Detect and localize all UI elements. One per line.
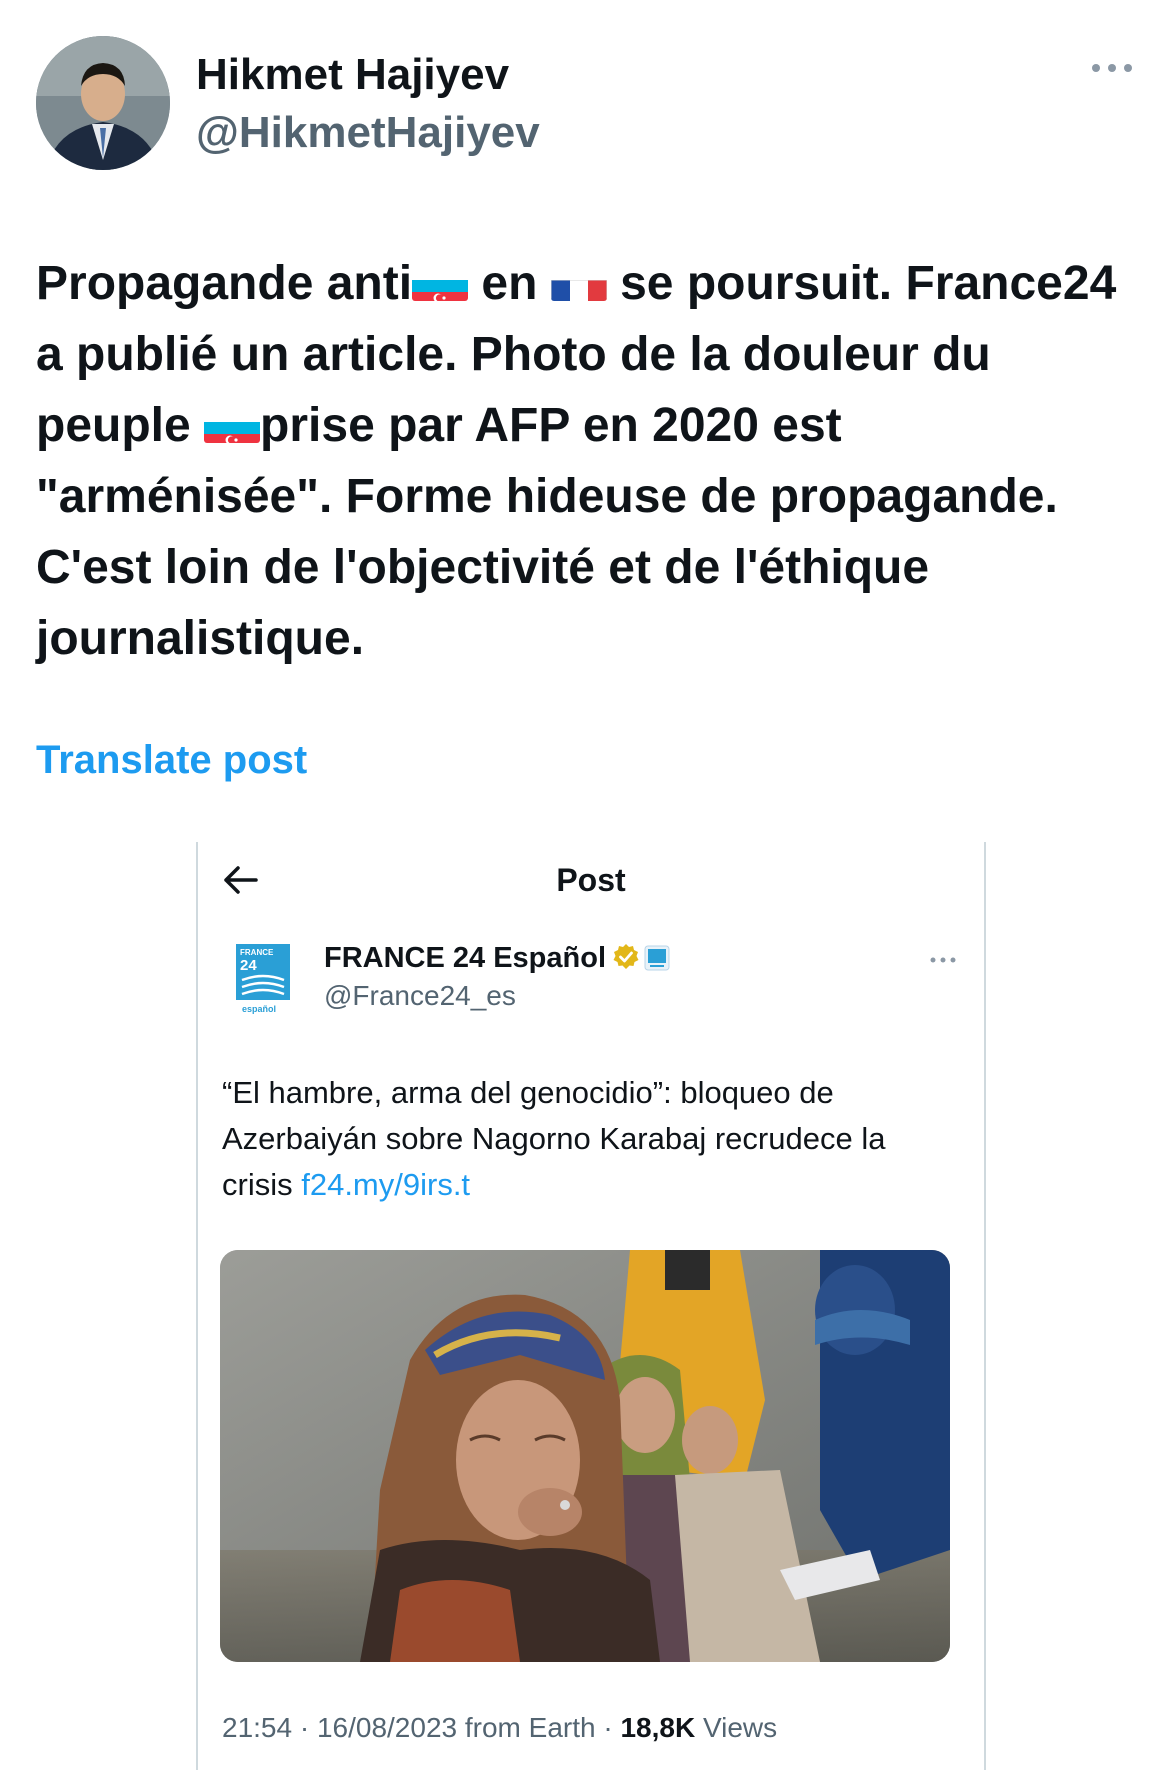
- embedded-post-photo[interactable]: [220, 1250, 950, 1662]
- post-timestamp: 21:54 · 16/08/2023 from Earth ·: [222, 1712, 621, 1743]
- more-options-icon[interactable]: [1088, 58, 1136, 78]
- logo-text-top: FRANCE: [240, 948, 274, 957]
- embedded-more-options-icon[interactable]: [928, 954, 958, 966]
- embedded-account-handle[interactable]: @France24_es: [324, 980, 516, 1012]
- affiliate-badge-icon: [644, 945, 670, 971]
- france24-logo[interactable]: FRANCE 24 español: [234, 942, 292, 1016]
- views-label: Views: [695, 1712, 778, 1743]
- embedded-post-meta: 21:54 · 16/08/2023 from Earth · 18,8K Vi…: [222, 1712, 777, 1744]
- france-flag-icon: [550, 265, 607, 301]
- logo-text-bottom: español: [242, 1004, 276, 1014]
- post-text-segment: en: [468, 257, 551, 310]
- azerbaijan-flag-icon: [204, 407, 261, 443]
- views-count: 18,8K: [620, 1712, 696, 1743]
- author-name[interactable]: Hikmet Hajiyev: [196, 50, 509, 100]
- author-handle[interactable]: @HikmetHajiyev: [196, 108, 540, 158]
- post-text: Propagande anti en se poursuit. France24…: [36, 248, 1136, 674]
- avatar-photo-icon: [36, 36, 170, 170]
- post-text-segment: Propagande anti: [36, 257, 413, 310]
- post-header: Hikmet Hajiyev @HikmetHajiyev: [36, 36, 1146, 176]
- azerbaijan-flag-icon: [412, 265, 469, 301]
- verified-badge-icon: [613, 944, 639, 969]
- embedded-screenshot[interactable]: Post FRANCE 24 español FRANCE 24 Español…: [196, 842, 986, 1770]
- embedded-screen-title: Post: [556, 862, 626, 898]
- author-avatar[interactable]: [36, 36, 170, 170]
- translate-post-link[interactable]: Translate post: [36, 738, 307, 783]
- embedded-post-link[interactable]: f24.my/9irs.t: [301, 1167, 470, 1202]
- crying-woman-photo-icon: [220, 1250, 950, 1662]
- embedded-account-name[interactable]: FRANCE 24 Español: [324, 942, 670, 975]
- logo-text-num: 24: [240, 957, 257, 974]
- embedded-account-name-text: FRANCE 24 Español: [324, 942, 606, 974]
- embedded-post-text: “El hambre, arma del genocidio”: bloqueo…: [222, 1070, 962, 1208]
